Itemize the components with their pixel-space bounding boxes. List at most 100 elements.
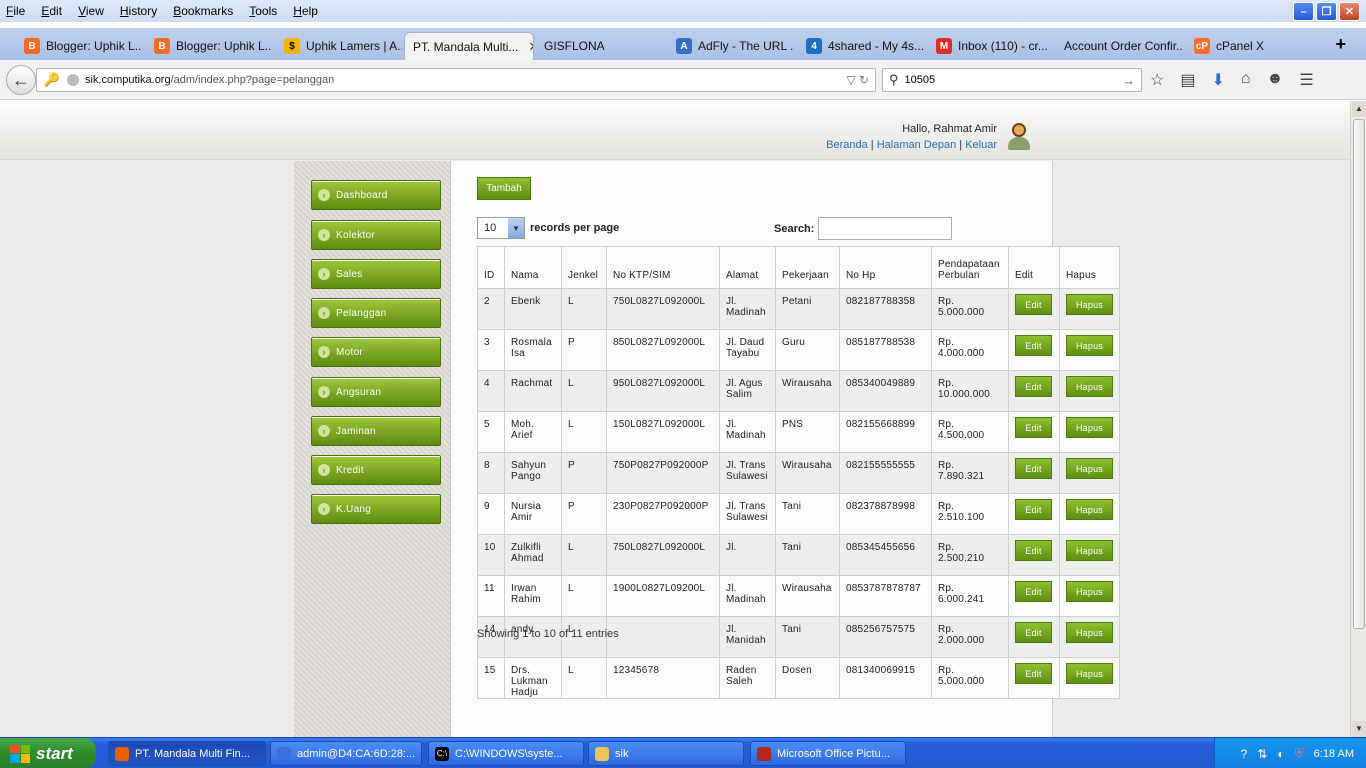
arrow-right-icon[interactable]: → xyxy=(1122,73,1135,88)
close-tab-icon[interactable]: ✕ xyxy=(528,39,533,55)
safely-remove-icon[interactable]: ◐ xyxy=(1277,747,1284,761)
cell-hapus: Hapus xyxy=(1059,411,1120,453)
shield-icon[interactable]: ⛨ xyxy=(1295,746,1304,761)
scroll-up-icon[interactable]: ▲ xyxy=(1352,101,1366,117)
sidebar-item-jaminan[interactable]: › Jaminan xyxy=(311,416,441,446)
new-tab-icon[interactable]: + xyxy=(1335,34,1346,55)
system-tray: ? ⇅ ◐ ⛨ 6:18 AM xyxy=(1214,738,1366,768)
sidebar-item-kolektor[interactable]: › Kolektor xyxy=(311,220,441,250)
edit-button[interactable]: Edit xyxy=(1015,335,1052,356)
delete-button[interactable]: Hapus xyxy=(1066,540,1113,561)
task-folder-sik[interactable]: sik xyxy=(588,741,744,766)
link-halaman-depan[interactable]: Halaman Depan xyxy=(877,139,957,151)
page-length-select[interactable]: 10 ▼ xyxy=(477,217,525,239)
start-button[interactable]: start xyxy=(0,738,96,768)
sidebar-item-dashboard[interactable]: › Dashboard xyxy=(311,180,441,210)
delete-button[interactable]: Hapus xyxy=(1066,499,1113,520)
link-beranda[interactable]: Beranda xyxy=(826,139,868,151)
minimize-icon[interactable]: – xyxy=(1293,2,1314,21)
delete-button[interactable]: Hapus xyxy=(1066,458,1113,479)
delete-button[interactable]: Hapus xyxy=(1066,376,1113,397)
edit-button[interactable]: Edit xyxy=(1015,294,1052,315)
hamburger-menu-icon[interactable]: ☰ xyxy=(1299,70,1313,90)
search-label: Search: xyxy=(774,222,815,235)
cell-ktp: 1900L0827L09200L xyxy=(606,575,720,617)
tab-gisflona[interactable]: GISFLONA xyxy=(536,32,662,60)
edit-button[interactable]: Edit xyxy=(1015,376,1052,397)
cell-alamat: Jl. Madinah xyxy=(719,575,776,617)
tab-blogger-1[interactable]: B Blogger: Uphik L... xyxy=(16,32,142,60)
menu-view[interactable]: View xyxy=(78,4,104,18)
key-icon[interactable]: 🔑 xyxy=(37,72,67,88)
column-header-jenkel[interactable]: Jenkel xyxy=(561,246,607,289)
restore-icon[interactable]: ❐ xyxy=(1316,2,1337,21)
back-arrow-icon[interactable]: ← xyxy=(6,65,36,95)
tab-uphik-lamers[interactable]: $ Uphik Lamers | A... xyxy=(276,32,402,60)
tab-cpanel[interactable]: cP cPanel X xyxy=(1186,32,1306,60)
header-links: Beranda | Halaman Depan | Keluar xyxy=(826,139,997,151)
column-header-alamat[interactable]: Alamat xyxy=(719,246,776,289)
address-bar[interactable]: 🔑 sik.computika.org/adm/index.php?page=p… xyxy=(36,68,876,92)
vertical-scrollbar[interactable]: ▲ ▼ xyxy=(1350,101,1366,737)
reading-list-icon[interactable]: ▤ xyxy=(1180,70,1195,90)
sidebar-item-angsuran[interactable]: › Angsuran xyxy=(311,377,441,407)
menu-bookmarks[interactable]: Bookmarks xyxy=(173,4,233,18)
tab-adfly[interactable]: A AdFly - The URL ... xyxy=(668,32,794,60)
edit-button[interactable]: Edit xyxy=(1015,540,1052,561)
network-icon[interactable]: ⇅ xyxy=(1257,747,1267,761)
edit-button[interactable]: Edit xyxy=(1015,458,1052,479)
task-firefox[interactable]: PT. Mandala Multi Fin... xyxy=(108,741,266,766)
tab-inbox[interactable]: M Inbox (110) - cr... xyxy=(928,32,1054,60)
bookmark-star-icon[interactable]: ☆ xyxy=(1150,70,1164,90)
menu-edit[interactable]: Edit xyxy=(41,4,62,18)
add-button[interactable]: Tambah xyxy=(477,177,531,200)
link-keluar[interactable]: Keluar xyxy=(965,139,997,151)
home-icon[interactable]: ⌂ xyxy=(1241,70,1251,90)
edit-button[interactable]: Edit xyxy=(1015,417,1052,438)
download-arrow-icon[interactable]: ⬇ xyxy=(1211,70,1224,90)
sidebar-item-motor[interactable]: › Motor xyxy=(311,337,441,367)
table-search-input[interactable] xyxy=(818,217,953,240)
search-box[interactable]: ⚲ 10505 → xyxy=(882,68,1142,92)
delete-button[interactable]: Hapus xyxy=(1066,417,1113,438)
edit-button[interactable]: Edit xyxy=(1015,663,1052,684)
help-icon[interactable]: ? xyxy=(1241,747,1248,761)
column-header-nama[interactable]: Nama xyxy=(504,246,562,289)
close-icon[interactable]: ✕ xyxy=(1339,2,1360,21)
tab-pt-mandala[interactable]: PT. Mandala Multi... ✕ xyxy=(404,32,534,60)
delete-button[interactable]: Hapus xyxy=(1066,294,1113,315)
tab-account-order[interactable]: Account Order Confir... xyxy=(1056,32,1182,60)
scroll-down-icon[interactable]: ▼ xyxy=(1352,721,1366,737)
edit-button[interactable]: Edit xyxy=(1015,581,1052,602)
scroll-thumb[interactable] xyxy=(1353,119,1365,629)
column-header-no-hp[interactable]: No Hp xyxy=(839,246,932,289)
column-header-pekerjaan[interactable]: Pekerjaan xyxy=(775,246,840,289)
delete-button[interactable]: Hapus xyxy=(1066,335,1113,356)
delete-button[interactable]: Hapus xyxy=(1066,622,1113,643)
column-header-id[interactable]: ID xyxy=(477,246,505,289)
sidebar-item-pelanggan[interactable]: › Pelanggan xyxy=(311,298,441,328)
smiley-icon[interactable]: ☻ xyxy=(1267,70,1284,90)
delete-button[interactable]: Hapus xyxy=(1066,581,1113,602)
windows-logo-icon xyxy=(10,744,30,763)
menu-history[interactable]: History xyxy=(120,4,157,18)
tab-blogger-2[interactable]: B Blogger: Uphik L... xyxy=(146,32,272,60)
menu-file[interactable]: File xyxy=(6,4,25,18)
sidebar-item-kredit[interactable]: › Kredit xyxy=(311,455,441,485)
search-value[interactable]: 10505 xyxy=(905,74,936,86)
column-header-pendapatan[interactable]: Pendapataan Perbulan xyxy=(931,246,1009,289)
menu-tools[interactable]: Tools xyxy=(249,4,277,18)
menu-help[interactable]: Help xyxy=(293,4,318,18)
sidebar-item-k-uang[interactable]: › K.Uang xyxy=(311,494,441,524)
dropdown-reload-icon[interactable]: ▽ ↻ xyxy=(846,73,869,87)
chevron-down-icon[interactable]: ▼ xyxy=(508,218,524,238)
tab-4shared[interactable]: 4 4shared - My 4s... xyxy=(798,32,924,60)
task-winbox[interactable]: admin@D4:CA:6D:28:... xyxy=(270,741,422,766)
edit-button[interactable]: Edit xyxy=(1015,622,1052,643)
task-cmd[interactable]: C:\ C:\WINDOWS\syste... xyxy=(428,741,584,766)
edit-button[interactable]: Edit xyxy=(1015,499,1052,520)
delete-button[interactable]: Hapus xyxy=(1066,663,1113,684)
column-header-ktp[interactable]: No KTP/SIM xyxy=(606,246,720,289)
task-picture-manager[interactable]: Microsoft Office Pictu... xyxy=(750,741,906,766)
sidebar-item-sales[interactable]: › Sales xyxy=(311,259,441,289)
